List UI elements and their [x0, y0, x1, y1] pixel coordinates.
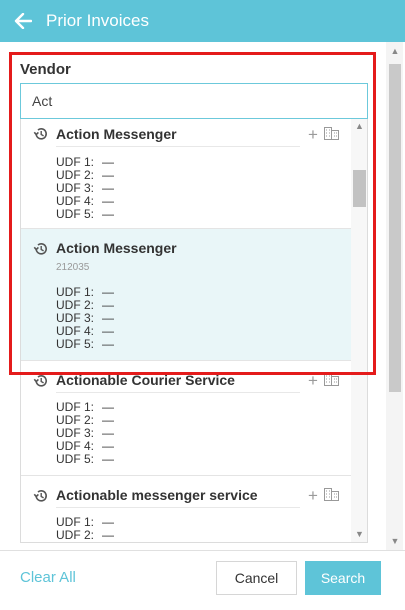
list-item[interactable]: Action Messenger + UDF 1: — UDF 2: — UDF 3…	[21, 119, 367, 229]
plus-icon[interactable]: +	[308, 487, 318, 504]
udf-row: UDF 5: —	[56, 337, 114, 351]
udf-row: UDF 5: —	[56, 452, 114, 466]
filter-body: Vendor Action Messenger + UDF 1:— UDF	[0, 42, 405, 550]
plus-icon[interactable]: +	[308, 126, 318, 143]
prior-invoices-panel: Prior Invoices Vendor Action Messenger +	[0, 0, 405, 610]
panel-scrollbar[interactable]: ▲ ▼	[386, 42, 403, 550]
vendor-name: Actionable messenger service	[56, 487, 258, 503]
scroll-down-icon[interactable]: ▼	[354, 529, 365, 539]
history-icon	[33, 490, 47, 502]
list-scrollbar-thumb[interactable]	[353, 170, 366, 207]
search-button[interactable]: Search	[305, 561, 381, 595]
item-divider	[56, 392, 300, 393]
scroll-up-icon[interactable]: ▲	[354, 121, 365, 131]
item-divider	[56, 507, 300, 508]
vendor-label: Vendor	[20, 61, 71, 78]
scroll-up-icon[interactable]: ▲	[390, 46, 400, 56]
vendor-name: Action Messenger	[56, 126, 177, 142]
vendor-search-input[interactable]	[20, 83, 368, 119]
cancel-button[interactable]: Cancel	[216, 561, 297, 595]
item-divider	[56, 146, 300, 147]
history-icon	[33, 128, 47, 140]
history-icon	[33, 375, 47, 387]
clear-all-link[interactable]: Clear All	[20, 569, 76, 586]
vendor-code: 212035	[56, 262, 90, 273]
panel-footer: Clear All Cancel Search	[0, 550, 405, 610]
page-title: Prior Invoices	[46, 11, 149, 30]
panel-scrollbar-thumb[interactable]	[389, 64, 401, 392]
vendor-results-list: Action Messenger + UDF 1: — UDF 2: — UDF 3…	[20, 119, 368, 543]
vendor-name: Action Messenger	[56, 240, 177, 256]
udf-row: UDF 2: —	[56, 528, 114, 542]
scroll-down-icon[interactable]: ▼	[390, 536, 400, 546]
list-scrollbar[interactable]: ▲ ▼	[351, 119, 367, 542]
building-icon[interactable]	[324, 488, 339, 501]
plus-icon[interactable]: +	[308, 372, 318, 389]
building-icon[interactable]	[324, 373, 339, 386]
list-item-selected[interactable]: Action Messenger 212035 UDF 1: — UDF 2: — …	[21, 229, 367, 361]
list-item[interactable]: Actionable Courier Service + UDF 1: — UDF…	[21, 361, 367, 476]
vendor-name: Actionable Courier Service	[56, 372, 235, 388]
udf-row: UDF 5: —	[56, 207, 114, 221]
history-icon	[33, 243, 47, 255]
panel-header: Prior Invoices	[0, 0, 405, 42]
arrow-left-icon[interactable]	[0, 0, 46, 42]
building-icon[interactable]	[324, 127, 339, 140]
list-item[interactable]: Actionable messenger service + UDF 1: — U…	[21, 476, 367, 542]
